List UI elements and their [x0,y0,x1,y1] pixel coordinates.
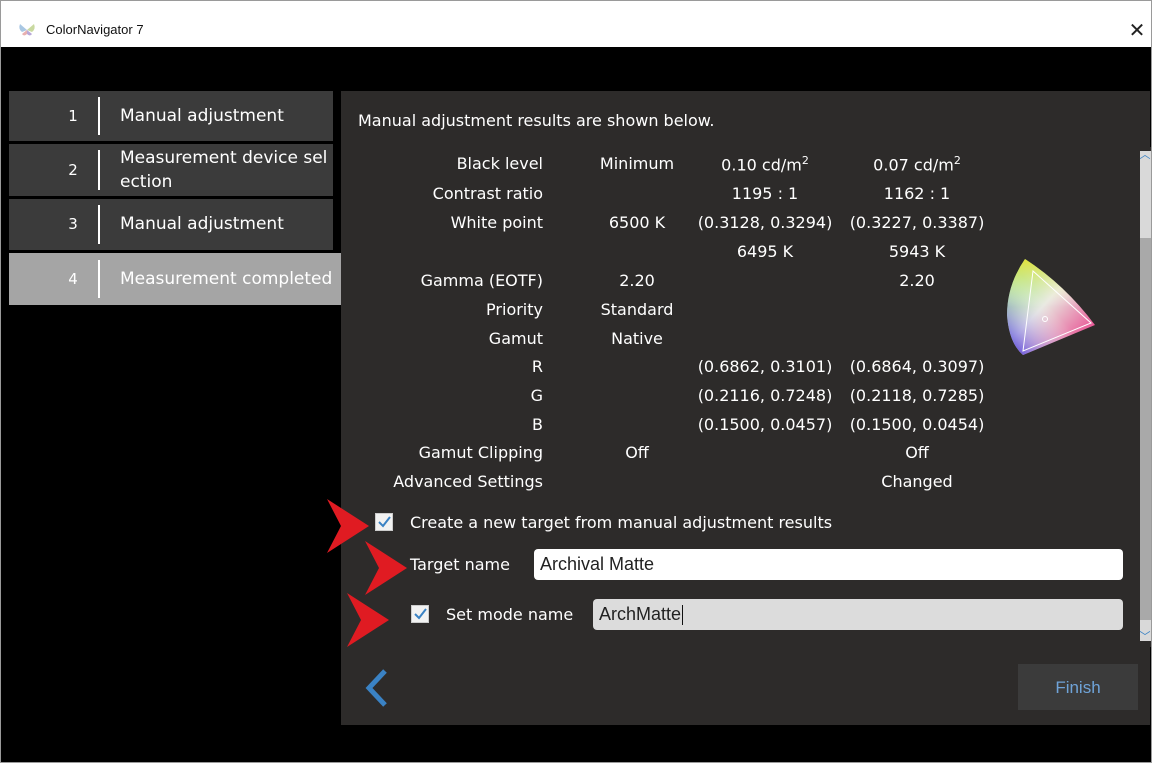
set-mode-label: Set mode name [446,605,574,624]
results-panel: Manual adjustment results are shown belo… [341,91,1151,725]
step-label: Manual adjustment [120,106,284,126]
step-label-line1: Measurement device sel [120,148,328,168]
step-label-line2: ection [120,172,173,192]
annotation-arrow-icon [347,593,389,647]
butterfly-app-icon [19,24,35,36]
set-mode-checkbox[interactable] [411,605,429,623]
scroll-down-icon[interactable]: ﹀ [1139,631,1151,643]
scroll-thumb[interactable] [1140,238,1151,620]
intro-text: Manual adjustment results are shown belo… [358,111,715,130]
step-divider [98,205,100,244]
step-label: Manual adjustment [120,214,284,234]
mode-name-input[interactable]: ArchMatte [593,599,1123,630]
scroll-up-icon[interactable]: ︿ [1139,149,1151,161]
back-chevron-icon[interactable] [363,668,391,708]
color-gamut-icon [1007,259,1095,355]
row-label: Advanced Settings [393,472,543,491]
row-label: R [531,357,543,376]
row-label: Gamut [488,329,543,348]
step-divider [98,260,100,298]
title-bar: ColorNavigator 7 ✕ [1,1,1151,47]
step-divider [98,97,100,135]
create-target-label: Create a new target from manual adjustme… [410,513,833,532]
step-number: 2 [68,161,78,179]
row-label: B [532,415,543,434]
sidebar-step-2[interactable]: 2 Measurement device sel ection [9,144,333,196]
window-title: ColorNavigator 7 [46,22,144,37]
sidebar-step-1[interactable]: 1 Manual adjustment [9,91,333,141]
row-label: Black level [456,154,543,173]
step-number: 4 [68,270,78,288]
row-label: Contrast ratio [432,184,543,203]
vertical-scrollbar[interactable]: ︿ ﹀ [1139,147,1151,647]
check-icon [414,608,427,620]
app-window: ColorNavigator 7 ✕ 1 Manual adjustment 2… [0,0,1152,763]
step-divider [98,150,100,190]
finish-button[interactable]: Finish [1018,664,1138,710]
step-number: 3 [68,215,78,233]
annotation-arrow-icon [365,541,407,595]
target-name-input[interactable]: Archival Matte [534,549,1123,580]
create-target-checkbox[interactable] [375,513,393,531]
row-label: G [530,386,543,405]
close-icon[interactable]: ✕ [1126,19,1148,41]
sidebar-step-4-active[interactable]: 4 Measurement completed [9,253,341,305]
step-number: 1 [68,107,78,125]
row-label: Gamma (EOTF) [420,271,543,290]
sidebar-step-3[interactable]: 3 Manual adjustment [9,199,333,250]
row-label: White point [450,213,543,232]
target-name-label: Target name [410,555,510,574]
step-label: Measurement completed [120,269,333,289]
text-cursor [682,605,684,626]
row-label: Priority [486,300,543,319]
row-label: Gamut Clipping [418,443,543,462]
check-icon [378,516,391,528]
